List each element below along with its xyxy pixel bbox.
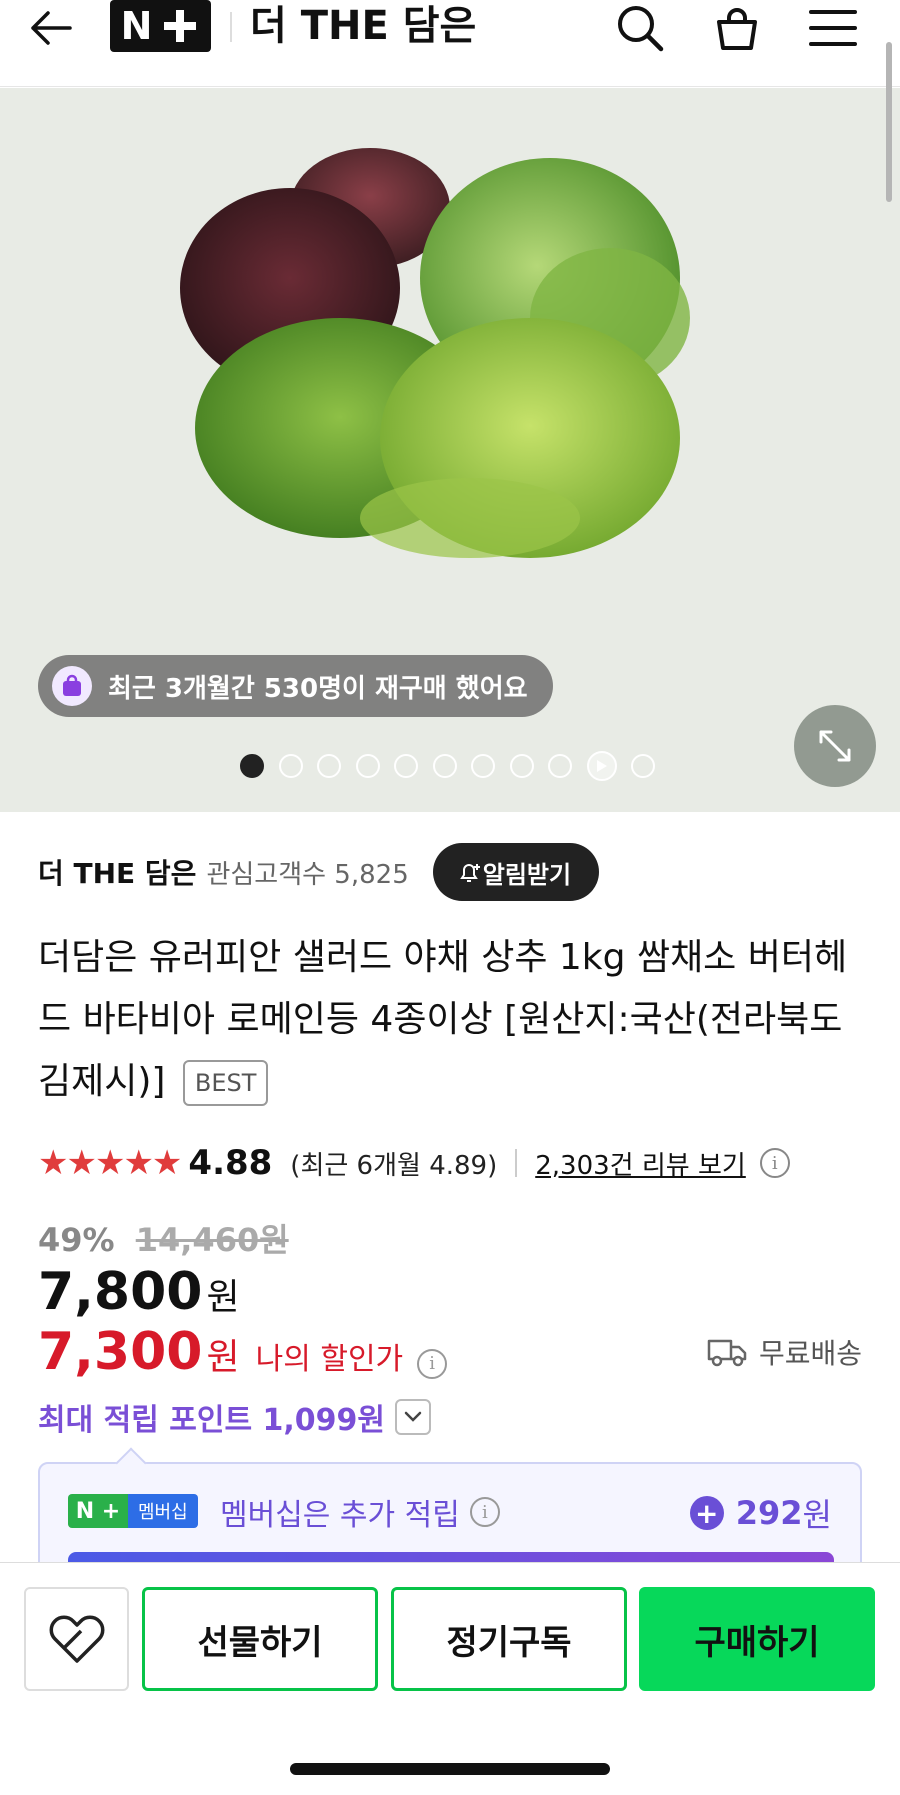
alarm-label: 알림받기 [482,860,572,889]
rating-row: ★★★★★ 4.88 (최근 6개월 4.89) 2,303건 리뷰 보기 i [38,1140,790,1186]
repurchase-text: 최근 3개월간 530명이 재구매 했어요 [108,673,528,704]
recent-rating: (최근 6개월 4.89) [290,1150,498,1181]
original-price: 14,460원 [135,1221,289,1259]
info-icon[interactable]: i [469,1497,500,1527]
gallery-dot[interactable] [278,754,303,778]
shopping-bag-badge-icon [52,666,92,706]
header-store-name[interactable]: 더 THE 담은 [250,0,476,52]
gallery-dot[interactable] [509,754,534,778]
rating-stars: ★★★★★ [38,1143,182,1183]
plus-circle-icon: + [689,1496,724,1530]
sale-price: 7,800 원 [38,1262,240,1322]
membership-text-label: 멤버십은 추가 적립 [220,1498,460,1533]
membership-points: + 292 원 [689,1490,832,1536]
logo-divider [230,12,232,42]
gallery-dot[interactable] [394,754,418,778]
bell-plus-icon [459,864,480,882]
top-header: N 더 THE 담은 [0,0,900,87]
expand-image-button[interactable] [794,705,876,787]
membership-badge-n: N + [68,1494,128,1528]
currency-unit: 원 [206,1277,240,1318]
gallery-pagination [240,751,670,781]
back-arrow-icon[interactable] [30,0,90,55]
alarm-subscribe-button[interactable]: 알림받기 [432,843,600,901]
discount-row: 49% 14,460원 [38,1215,289,1261]
repurchase-badge: 최근 3개월간 530명이 재구매 했어요 [38,655,553,717]
info-icon[interactable]: i [759,1148,790,1178]
free-shipping: 무료배송 [707,1332,862,1372]
gallery-dot[interactable] [548,754,572,778]
membership-points-unit: 원 [802,1496,832,1534]
shipping-label: 무료배송 [758,1337,862,1370]
home-indicator[interactable] [290,1763,610,1775]
store-info-row: 더 THE 담은 관심고객수 5,825 알림받기 [38,843,600,901]
bottom-action-bar: 선물하기 정기구독 구매하기 [0,1562,900,1795]
my-price-label: 나의 할인가 [255,1342,404,1377]
gallery-dot[interactable] [471,754,495,778]
best-badge: BEST [182,1060,269,1106]
membership-badge: N + 멤버십 [68,1494,198,1528]
divider [515,1149,518,1177]
store-name-link[interactable]: 더 THE 담은 [38,852,196,892]
video-play-dot[interactable] [586,751,617,781]
truck-icon [707,1339,747,1367]
product-photo-lettuce [180,148,690,558]
rating-score: 4.88 [188,1143,273,1183]
gallery-dot[interactable] [317,754,341,778]
shopping-bag-icon[interactable] [707,0,767,55]
expand-icon [819,730,851,762]
membership-text: 멤버십은 추가 적립 i [220,1490,500,1534]
membership-points-value: 292 [735,1494,803,1532]
wishlist-button[interactable] [24,1587,129,1691]
gift-button[interactable]: 선물하기 [142,1587,378,1691]
interest-count: 관심고객수 5,825 [206,859,409,890]
menu-icon[interactable] [803,0,863,55]
buy-button[interactable]: 구매하기 [639,1587,875,1691]
chevron-down-icon[interactable] [395,1399,432,1435]
heart-icon [49,1615,104,1663]
search-icon[interactable] [610,0,670,55]
gallery-dot[interactable] [631,754,655,778]
discount-rate: 49% [38,1221,115,1259]
gallery-dot[interactable] [355,754,380,778]
product-title-text: 더담은 유러피안 샐러드 야채 상추 1kg 쌈채소 버터헤드 바타비아 로메인… [38,937,848,1102]
product-title: 더담은 유러피안 샐러드 야채 상추 1kg 쌈채소 버터헤드 바타비아 로메인… [38,927,868,1113]
max-points-row[interactable]: 최대 적립 포인트 1,099원 [38,1395,432,1439]
sale-price-value: 7,800 [38,1262,203,1322]
info-icon[interactable]: i [417,1348,448,1379]
gallery-dot[interactable] [432,754,457,778]
product-image-gallery[interactable]: 최근 3개월간 530명이 재구매 했어요 [0,88,900,812]
max-points-text: 최대 적립 포인트 1,099원 [38,1403,386,1438]
my-price-value: 7,300 [38,1322,203,1382]
gallery-dot[interactable] [240,754,264,778]
my-discount-price: 7,300 원 나의 할인가 i [38,1322,448,1382]
scrollbar[interactable] [886,42,892,202]
reviews-link[interactable]: 2,303건 리뷰 보기 [535,1145,746,1182]
naver-plus-logo[interactable]: N [110,0,211,52]
play-icon [596,760,607,772]
membership-badge-text: 멤버십 [128,1494,198,1528]
currency-unit: 원 [206,1337,240,1378]
subscribe-button[interactable]: 정기구독 [391,1587,627,1691]
